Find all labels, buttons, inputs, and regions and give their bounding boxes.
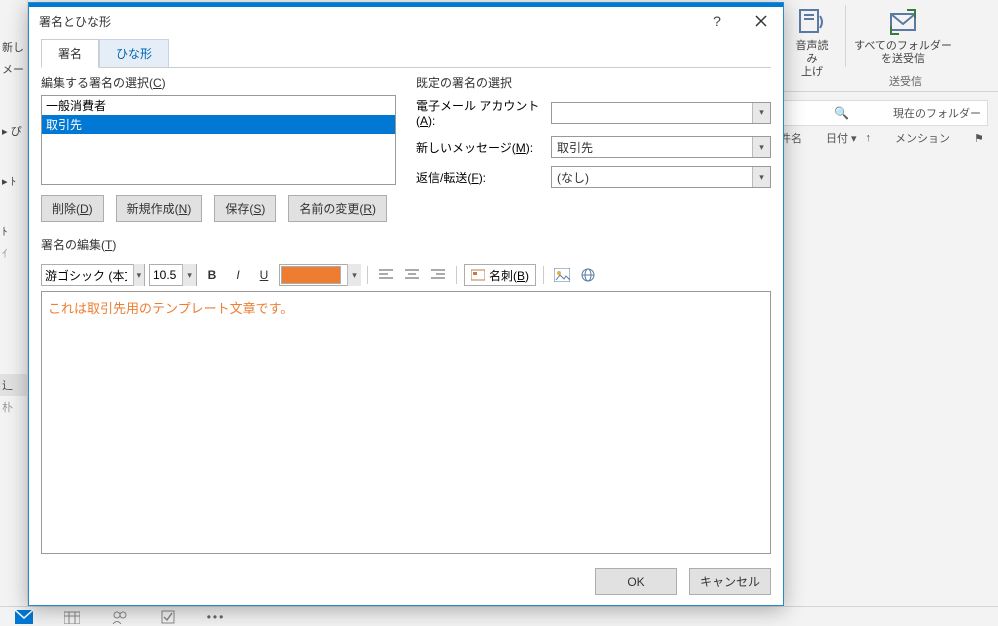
reply-forward-label: 返信/転送(F): <box>416 169 541 186</box>
align-center-icon <box>405 269 419 281</box>
reply-forward-combo[interactable]: (なし) ▾ <box>551 166 771 188</box>
align-left-icon <box>379 269 393 281</box>
more-nav-icon[interactable]: ••• <box>202 609 230 625</box>
delete-button[interactable]: 削除(D) <box>41 195 104 222</box>
business-card-button[interactable]: 名刺(B) <box>464 264 536 286</box>
ok-button[interactable]: OK <box>595 568 677 595</box>
font-size-combo[interactable]: 10.5 ▾ <box>149 264 197 286</box>
editor-toolbar: 游ゴシック (本文の ▾ 10.5 ▾ B I U ▾ <box>41 261 771 289</box>
toolbar-separator <box>367 266 368 284</box>
mail-nav-icon[interactable] <box>10 609 38 625</box>
chevron-down-icon: ▾ <box>752 137 770 157</box>
bold-button[interactable]: B <box>201 264 223 286</box>
italic-button[interactable]: I <box>227 264 249 286</box>
read-aloud-icon <box>796 6 828 38</box>
search-icon: 🔍 <box>834 106 849 120</box>
people-nav-icon[interactable] <box>106 609 134 625</box>
col-date[interactable]: 日付▾↑ <box>826 130 871 146</box>
col-mention[interactable]: メンション <box>895 130 950 146</box>
align-right-button[interactable] <box>427 264 449 286</box>
new-button[interactable]: 新規作成(N) <box>116 195 203 222</box>
insert-image-button[interactable] <box>551 264 573 286</box>
chevron-down-icon: ▾ <box>347 264 361 286</box>
search-placeholder: 現在のフォルダー <box>893 105 981 121</box>
toolbar-separator <box>543 266 544 284</box>
chevron-down-icon: ▾ <box>752 167 770 187</box>
ribbon-send-receive[interactable]: すべてのフォルダー を送受信 <box>846 2 960 70</box>
font-color-combo[interactable]: ▾ <box>279 264 360 286</box>
align-right-icon <box>431 269 445 281</box>
left-nav-strip: 新し メー ▸ ぴ ▸ ﾄ ﾄ ｲ 辶 朴 <box>0 0 28 626</box>
color-preview <box>281 266 341 284</box>
chevron-down-icon: ▾ <box>133 264 144 286</box>
close-button[interactable] <box>739 7 783 35</box>
close-icon <box>755 15 767 27</box>
chevron-down-icon: ▾ <box>752 103 770 123</box>
tab-bar: 署名 ひな形 <box>41 39 771 68</box>
send-receive-icon <box>887 6 919 38</box>
tab-stationery[interactable]: ひな形 <box>99 39 169 68</box>
ribbon-section-label: 送受信 <box>889 73 922 89</box>
signature-list[interactable]: 一般消費者 取引先 <box>41 95 396 185</box>
default-sig-heading: 既定の署名の選択 <box>416 74 771 91</box>
insert-link-button[interactable] <box>577 264 599 286</box>
editor-content: これは取引先用のテンプレート文章です。 <box>48 301 293 316</box>
toolbar-separator <box>456 266 457 284</box>
help-button[interactable]: ? <box>695 7 739 35</box>
underline-button[interactable]: U <box>253 264 275 286</box>
list-item[interactable]: 一般消費者 <box>42 96 395 115</box>
dialog-titlebar: 署名とひな形 ? <box>29 3 783 35</box>
list-header: 件名 日付▾↑ メンション ⚑ <box>780 130 988 146</box>
ribbon-read-aloud[interactable]: 音声読み 上げ <box>784 2 840 84</box>
link-icon <box>580 268 596 282</box>
signature-select-label: 編集する署名の選択(C) <box>41 74 396 91</box>
email-account-combo[interactable]: ▾ <box>551 102 771 124</box>
cancel-button[interactable]: キャンセル <box>689 568 771 595</box>
list-item[interactable]: 取引先 <box>42 115 395 134</box>
tasks-nav-icon[interactable] <box>154 609 182 625</box>
rename-button[interactable]: 名前の変更(R) <box>288 195 387 222</box>
bottom-nav: ••• <box>0 606 998 626</box>
image-icon <box>554 268 570 282</box>
new-message-combo[interactable]: 取引先 ▾ <box>551 136 771 158</box>
calendar-nav-icon[interactable] <box>58 609 86 625</box>
sort-down-icon: ▾ <box>851 132 857 145</box>
signature-dialog: 署名とひな形 ? 署名 ひな形 編集する署名の選択(C) 一般消費者 取引先 削… <box>28 2 784 606</box>
tab-signature[interactable]: 署名 <box>41 39 99 68</box>
font-combo[interactable]: 游ゴシック (本文の ▾ <box>41 264 145 286</box>
flag-icon[interactable]: ⚑ <box>974 132 984 145</box>
chevron-down-icon: ▾ <box>182 264 196 286</box>
align-center-button[interactable] <box>401 264 423 286</box>
new-message-label: 新しいメッセージ(M): <box>416 139 541 156</box>
dialog-title: 署名とひな形 <box>39 13 695 30</box>
signature-edit-label: 署名の編集(T) <box>41 236 771 253</box>
align-left-button[interactable] <box>375 264 397 286</box>
bizcard-icon <box>471 269 485 281</box>
email-account-label: 電子メール アカウント(A): <box>416 97 541 128</box>
signature-editor[interactable]: これは取引先用のテンプレート文章です。 <box>41 291 771 554</box>
save-button[interactable]: 保存(S) <box>214 195 276 222</box>
